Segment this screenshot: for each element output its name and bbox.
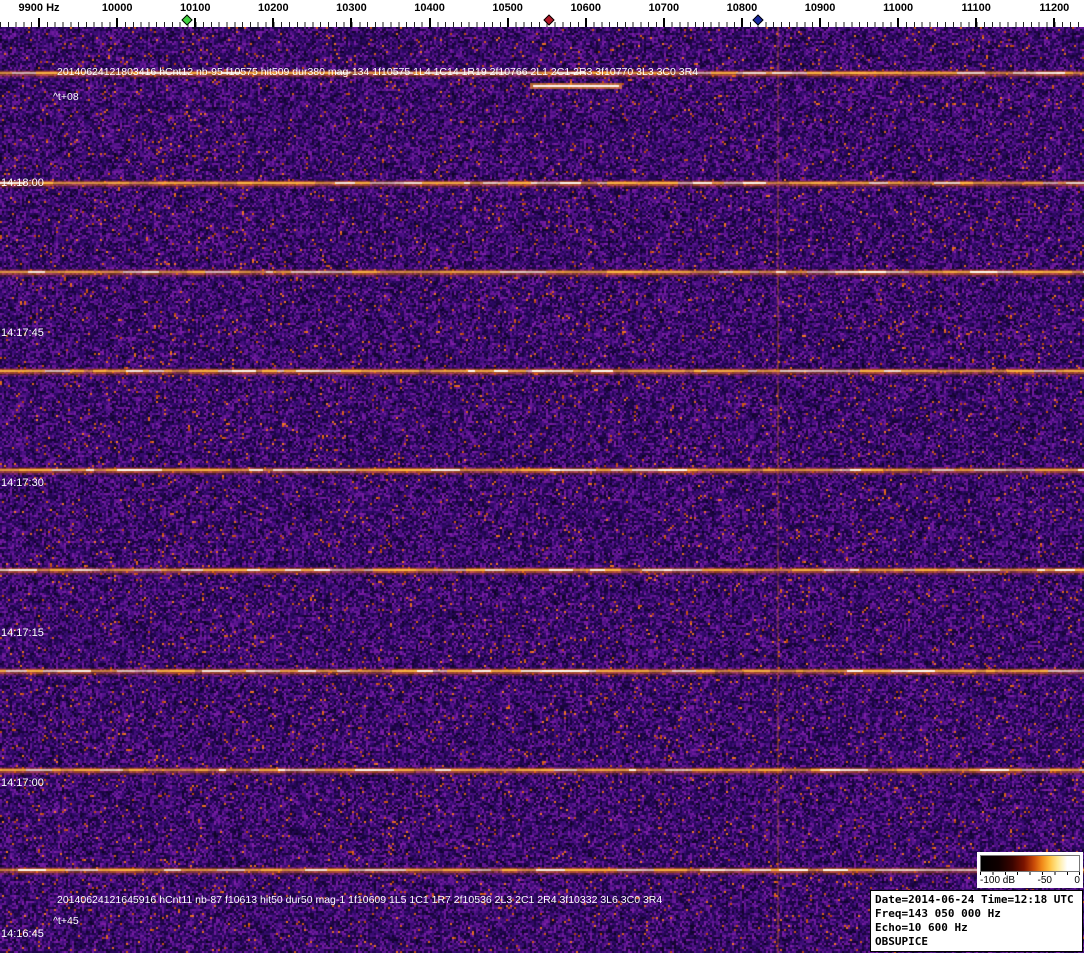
info-echo-freq: Echo=10 600 Hz [875, 921, 968, 934]
db-scale-labels: -100 dB -50 0 [980, 875, 1080, 886]
freq-tick-label: 10900 [804, 2, 836, 14]
time-tick-label: 14:16:45 [1, 928, 44, 940]
freq-major-tick [975, 18, 978, 27]
freq-tick-label: 10300 [336, 2, 367, 14]
freq-tick-label: 11000 [883, 2, 914, 14]
freq-major-tick [662, 18, 665, 27]
freq-tick-label: 10400 [414, 2, 445, 14]
meteor-spectrogram-window: 9900 Hz 10000 10100 10200 10300 10400 10500 106… [0, 0, 1084, 953]
freq-major-tick [272, 18, 275, 27]
freq-major-tick [819, 18, 822, 27]
freq-major-tick [584, 18, 587, 27]
freq-major-tick [116, 18, 119, 27]
legend-label-max: 0 [1074, 875, 1080, 886]
freq-major-tick [350, 18, 353, 27]
freq-tick-label: 10000 [101, 2, 133, 14]
time-tick-label: 14:17:15 [1, 627, 44, 639]
status-info-box: Date=2014-06-24 Time=12:18 UTC Freq=143 … [870, 890, 1083, 952]
event-annotation-top: 20140624121803416 hCnt12 nb-95 f10575 hi… [57, 66, 699, 78]
time-tick-label: 14:17:00 [1, 777, 44, 789]
freq-tick-label: 10700 [648, 2, 680, 14]
legend-label-mid: -50 [1037, 875, 1052, 886]
time-offset-label-bottom: ^t+45 [53, 915, 79, 927]
freq-major-tick [506, 18, 509, 27]
freq-major-tick [897, 18, 900, 27]
time-tick-label: 14:17:45 [1, 327, 44, 339]
freq-tick-label: 10600 [570, 2, 602, 14]
spectrogram-waterfall [0, 27, 1084, 953]
freq-major-tick [194, 18, 197, 27]
freq-major-tick [1053, 18, 1056, 27]
freq-major-tick [428, 18, 431, 27]
freq-minor-ticks [0, 22, 1084, 27]
freq-tick-label: 10500 [492, 2, 523, 14]
db-scale-legend: -100 dB -50 0 [977, 852, 1083, 888]
time-tick-label: 14:18:00 [1, 177, 44, 189]
db-gradient-bar [980, 855, 1080, 872]
freq-tick-label: 9900 Hz [18, 2, 60, 14]
freq-tick-label: 11200 [1039, 2, 1070, 14]
spectrogram-area: 14:18:00 14:17:45 14:17:30 14:17:15 14:17:00… [0, 27, 1084, 953]
freq-tick-label: 10800 [726, 2, 758, 14]
time-offset-label-top: ^t+08 [53, 91, 79, 103]
time-tick-label: 14:17:30 [1, 477, 44, 489]
info-date-time: Date=2014-06-24 Time=12:18 UTC [875, 893, 1074, 906]
frequency-ruler: 9900 Hz 10000 10100 10200 10300 10400 10500 106… [0, 0, 1084, 27]
freq-major-tick [38, 18, 41, 27]
event-annotation-bottom: 20140624121645916 hCnt11 nb-87 f10613 hi… [57, 894, 663, 906]
info-station-name: OBSUPICE [875, 935, 928, 948]
freq-major-tick [740, 18, 743, 27]
freq-tick-label: 11100 [961, 2, 991, 14]
freq-tick-label: 10200 [258, 2, 289, 14]
freq-tick-label: 10100 [179, 2, 211, 14]
info-frequency: Freq=143 050 000 Hz [875, 907, 1001, 920]
legend-label-min: -100 dB [980, 875, 1016, 886]
